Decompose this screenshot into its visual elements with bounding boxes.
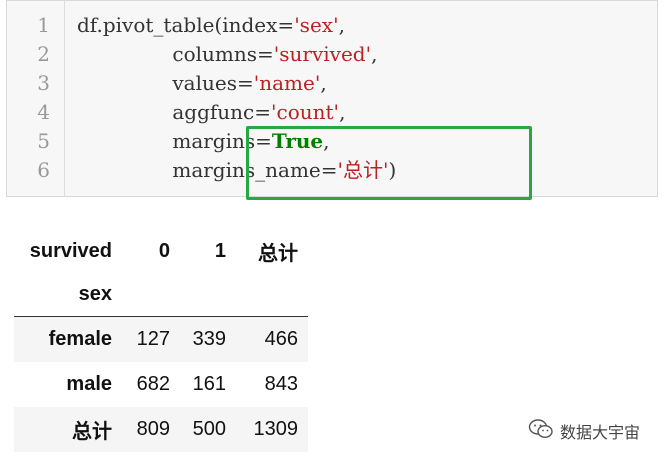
column-header: 1 [214,239,226,262]
columns-label: survived [29,239,112,262]
code-line[interactable]: columns='survived', [77,40,377,69]
highlight-box [246,126,532,200]
line-number: 4 [37,100,50,124]
table-cell: 843 [264,373,298,395]
table-cell: 682 [136,373,170,395]
table-header-row: survived 0 1 总计 [14,230,308,272]
table-index-header-row: sex [14,272,308,317]
table-cell: 809 [126,407,180,452]
code-line[interactable]: values='name', [77,69,326,98]
column-header: 0 [158,239,170,262]
line-number: 6 [37,158,50,182]
line-number: 1 [37,13,50,37]
column-header: 总计 [258,242,298,265]
line-number-gutter: 1 2 3 4 5 6 [7,1,65,196]
line-number: 5 [37,129,50,153]
line-number: 2 [37,42,50,66]
table-cell: 127 [126,316,180,362]
wechat-icon [528,418,554,444]
watermark-text: 数据大宇宙 [560,423,641,442]
table-cell: 339 [180,316,236,362]
string-literal: 'name' [253,71,321,95]
watermark: 数据大宇宙 [528,418,640,444]
string-literal: 'count' [271,100,340,124]
table-cell: 500 [180,407,236,452]
table-row: male 682 161 843 [14,362,308,407]
code-line[interactable]: aggfunc='count', [77,98,345,127]
table-cell: 161 [192,373,226,395]
table-cell: 1309 [236,407,308,452]
code-line[interactable]: df.pivot_table(index='sex', [77,11,345,40]
table-row: 总计 809 500 1309 [14,407,308,452]
index-label: sex [14,272,126,317]
table-cell: 466 [236,316,308,362]
row-index: female [14,316,126,362]
row-index: male [66,373,112,395]
string-literal: 'survived' [273,42,372,66]
row-index: 总计 [14,407,126,452]
pivot-table-output: survived 0 1 总计 sex female 127 339 466 m… [14,230,308,452]
line-number: 3 [37,71,50,95]
string-literal: 'sex' [294,13,339,37]
table-row: female 127 339 466 [14,316,308,362]
